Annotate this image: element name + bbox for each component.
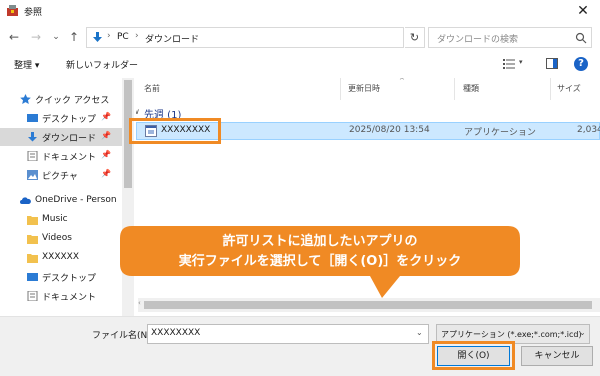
file-size: 2,034 (577, 125, 600, 135)
document-icon (27, 291, 38, 301)
chevron-down-icon[interactable]: ⌄ (579, 328, 586, 337)
sidebar-item-desktop[interactable]: デスクトップ 📌 (0, 109, 122, 127)
toolbar: 整理 ▾ 新しいフォルダー ▾ ? (0, 53, 600, 75)
callout-line-2: 実行ファイルを選択して［開く(O)］をクリック (178, 254, 462, 269)
sidebar-item-label: Videos (42, 233, 72, 243)
close-button[interactable]: ✕ (572, 1, 594, 21)
sidebar-item-onedrive-desktop[interactable]: デスクトップ (0, 268, 122, 286)
back-button[interactable]: ← (6, 28, 22, 46)
column-header-modified[interactable]: 更新日時 (348, 83, 380, 94)
pin-icon: 📌 (101, 169, 111, 178)
sidebar-item-downloads[interactable]: ダウンロード 📌 (0, 128, 122, 146)
column-header-name[interactable]: 名前 (144, 83, 160, 94)
breadcrumb-separator: › (135, 31, 139, 41)
cloud-icon (20, 197, 31, 204)
breadcrumb-downloads[interactable]: ダウンロード (145, 32, 199, 45)
sidebar-item-label: ドキュメント (42, 293, 97, 303)
column-header-size[interactable]: サイズ (557, 83, 581, 94)
sidebar-item-pictures[interactable]: ピクチャ 📌 (0, 166, 122, 184)
title-bar: 参照 ✕ (0, 0, 600, 22)
sidebar-item-label: ダウンロード (42, 134, 97, 144)
file-type: アプリケーション (464, 128, 536, 138)
search-box[interactable]: ダウンロードの検索 (428, 27, 592, 48)
sidebar-item-label: デスクトップ (42, 115, 97, 125)
sort-caret-icon: ^ (399, 78, 405, 85)
download-icon (28, 132, 37, 142)
column-divider[interactable] (550, 78, 551, 100)
pin-icon: 📌 (101, 150, 111, 159)
help-icon[interactable]: ? (574, 57, 588, 71)
sidebar-item-label: ピクチャ (42, 172, 78, 182)
filename-input[interactable]: XXXXXXXX (151, 328, 200, 338)
download-arrow-icon (93, 32, 102, 42)
recent-locations-button[interactable]: ⌄ (48, 28, 64, 46)
cancel-button[interactable]: キャンセル (521, 346, 593, 366)
sidebar-item-label: デスクトップ (42, 274, 97, 284)
column-divider[interactable] (340, 78, 341, 100)
file-highlight-box (129, 118, 221, 144)
document-icon (27, 151, 38, 161)
file-modified: 2025/08/20 13:54 (349, 125, 430, 135)
callout-text: 許可リストに追加したいアプリの 実行ファイルを選択して［開く(O)］をクリック (120, 232, 520, 272)
sidebar-item-onedrive-documents[interactable]: ドキュメント (0, 287, 122, 305)
sidebar-item-label: XXXXXX (42, 252, 79, 262)
sidebar-item-label: ドキュメント (42, 153, 97, 163)
sidebar-item-quick-access[interactable]: クイック アクセス (0, 90, 122, 108)
filename-field[interactable]: XXXXXXXX ⌄ (147, 324, 429, 344)
breadcrumb-pc[interactable]: PC (117, 32, 129, 42)
picture-icon (27, 170, 38, 180)
desktop-icon (27, 114, 38, 122)
sidebar-item-onedrive[interactable]: OneDrive - Person (0, 192, 122, 210)
search-input[interactable]: ダウンロードの検索 (437, 32, 518, 45)
forward-button[interactable]: → (28, 28, 44, 46)
sidebar-item-xxxxxx[interactable]: XXXXXX (0, 249, 122, 267)
sidebar-item-label: Music (42, 214, 68, 224)
folder-icon (27, 216, 38, 225)
sidebar-item-documents[interactable]: ドキュメント 📌 (0, 147, 122, 165)
new-folder-button[interactable]: 新しいフォルダー (66, 58, 138, 71)
navigation-pane: クイック アクセス デスクトップ 📌 ダウンロード 📌 ドキュメント 📌 ピクチ… (0, 78, 122, 316)
group-collapse-icon[interactable]: ∨ (136, 107, 140, 116)
chevron-down-icon[interactable]: ⌄ (416, 328, 423, 337)
star-icon (20, 94, 31, 104)
file-type-filter-value: アプリケーション (*.exe;*.com;*.icd) (441, 330, 582, 339)
filename-label: ファイル名(N): (92, 331, 154, 341)
pin-icon: 📌 (101, 131, 111, 140)
address-bar[interactable]: › PC › ダウンロード (86, 27, 485, 48)
sidebar-item-label: クイック アクセス (35, 96, 110, 106)
callout-line-1: 許可リストに追加したいアプリの (222, 234, 418, 249)
desktop-icon (27, 273, 38, 281)
organize-button[interactable]: 整理 ▾ (14, 58, 39, 71)
folder-icon (27, 235, 38, 244)
refresh-button[interactable]: ↻ (405, 27, 425, 48)
sidebar-item-videos[interactable]: Videos (0, 230, 122, 248)
column-divider[interactable] (454, 78, 455, 100)
breadcrumb-separator: › (107, 31, 111, 41)
search-icon (575, 32, 587, 44)
sidebar-item-label: OneDrive - Person (35, 195, 117, 205)
navigation-bar: ← → ⌄ ↑ › PC › ダウンロード ↻ ダウンロードの検索 (0, 24, 600, 50)
view-options-icon[interactable] (503, 58, 515, 69)
preview-pane-icon[interactable] (546, 58, 558, 69)
window-title: 参照 (24, 8, 43, 18)
column-header-type[interactable]: 種類 (463, 83, 479, 94)
open-button[interactable]: 開く(O) (437, 346, 510, 366)
pin-icon: 📌 (101, 112, 111, 121)
folder-icon (27, 254, 38, 263)
sidebar-item-music[interactable]: Music (0, 211, 122, 229)
up-button[interactable]: ↑ (66, 28, 82, 46)
app-icon (7, 5, 18, 16)
view-dropdown-icon[interactable]: ▾ (519, 58, 523, 66)
